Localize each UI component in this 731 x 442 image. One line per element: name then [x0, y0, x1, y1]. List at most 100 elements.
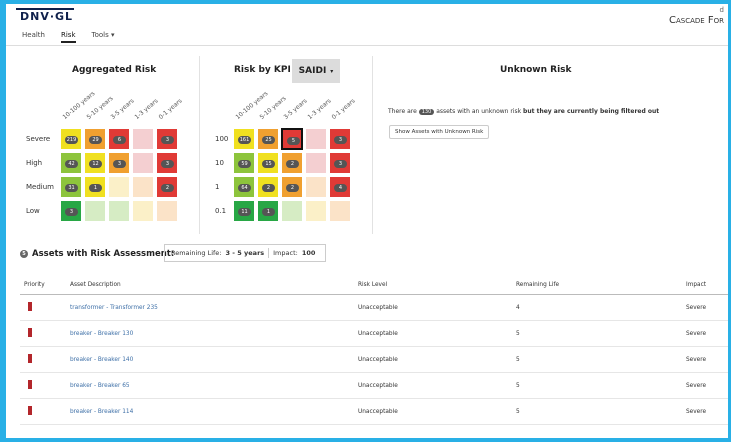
risk-cell[interactable]: [132, 200, 154, 222]
risk-cell[interactable]: [156, 200, 178, 222]
table-row[interactable]: breaker - Breaker 114 Unacceptable 5 Severe: [20, 398, 728, 425]
show-unknown-button[interactable]: Show Assets with Unknown Risk: [389, 125, 490, 139]
tab-tools[interactable]: Tools ▾: [92, 31, 115, 43]
table-row[interactable]: breaker - Breaker 140 Unacceptable 5 Severe: [20, 346, 728, 373]
unknown-text-mid: assets with an unknown risk: [436, 108, 522, 115]
risk-cell[interactable]: 29: [84, 128, 106, 150]
cell-count-badge: 219: [65, 136, 78, 144]
col-remaining-life[interactable]: Remaining Life: [512, 276, 682, 295]
asset-description-link[interactable]: breaker - Breaker 65: [66, 372, 354, 399]
matrix-row-label: Low: [26, 207, 40, 215]
cell-count-badge: 6: [113, 136, 126, 144]
risk-cell[interactable]: 2: [257, 176, 279, 198]
remaining-life-cell: 5: [512, 372, 682, 399]
risk-cell[interactable]: 31: [60, 176, 82, 198]
risk-cell[interactable]: 5: [281, 128, 303, 150]
risk-cell[interactable]: 12: [84, 152, 106, 174]
cell-count-badge: 3: [334, 160, 347, 168]
table-row[interactable]: breaker - Breaker 130 Unacceptable 5 Severe: [20, 320, 728, 347]
col-priority[interactable]: Priority: [20, 276, 66, 295]
asset-description-link[interactable]: breaker - Breaker 114: [66, 398, 354, 425]
priority-cell: [20, 372, 66, 399]
risk-cell[interactable]: 1: [257, 200, 279, 222]
matrix-row-label: High: [26, 159, 43, 167]
cell-count-badge: 161: [238, 136, 251, 144]
risk-cell[interactable]: 25: [257, 128, 279, 150]
assets-title: Assets with Risk Assessment:: [32, 249, 175, 259]
asset-description-link[interactable]: breaker - Breaker 130: [66, 320, 354, 347]
filter-impact-value: 100: [301, 249, 316, 257]
col-impact[interactable]: Impact: [682, 276, 728, 295]
cell-count-badge: 42: [65, 160, 78, 168]
filter-separator: [268, 248, 270, 258]
chevron-down-icon: ▾: [330, 67, 334, 75]
risk-cell[interactable]: 59: [233, 152, 255, 174]
matrix-column-label: 1-3 years: [133, 97, 160, 121]
divider: [372, 56, 373, 234]
cell-count-badge: 29: [89, 136, 102, 144]
cell-count-badge: 2: [286, 184, 299, 192]
risk-cell[interactable]: 3: [156, 128, 178, 150]
risk-cell[interactable]: [305, 176, 327, 198]
risk-cell[interactable]: [305, 152, 327, 174]
risk-cell[interactable]: 64: [233, 176, 255, 198]
table-row[interactable]: breaker - Breaker 65 Unacceptable 5 Severe: [20, 372, 728, 399]
remaining-life-cell: 5: [512, 346, 682, 373]
risk-cell[interactable]: 219: [60, 128, 82, 150]
col-risk-level[interactable]: Risk Level: [354, 276, 512, 295]
priority-marker: [28, 354, 32, 363]
risk-cell[interactable]: 42: [60, 152, 82, 174]
risk-cell[interactable]: 3: [156, 152, 178, 174]
risk-cell[interactable]: 2: [281, 152, 303, 174]
risk-cell[interactable]: 1: [84, 176, 106, 198]
risk-cell[interactable]: 11: [233, 200, 255, 222]
risk-cell[interactable]: 2: [156, 176, 178, 198]
risk-cell[interactable]: [132, 128, 154, 150]
unknown-text: There are 130 assets with an unknown ris…: [388, 108, 659, 115]
impact-cell: Severe: [682, 372, 728, 399]
risk-cell[interactable]: 2: [281, 176, 303, 198]
tab-risk[interactable]: Risk: [61, 31, 76, 43]
corp-label: Cascade For: [668, 15, 724, 26]
priority-cell: [20, 398, 66, 425]
risk-cell[interactable]: 3: [329, 152, 351, 174]
kpi-select[interactable]: SAIDI ▾: [292, 59, 340, 83]
asset-description-link[interactable]: transformer - Transformer 235: [66, 294, 354, 321]
cell-count-badge: 11: [238, 208, 251, 216]
risk-cell[interactable]: [305, 200, 327, 222]
priority-marker: [28, 406, 32, 415]
tab-health[interactable]: Health: [22, 31, 45, 43]
asset-description-link[interactable]: breaker - Breaker 140: [66, 346, 354, 373]
risk-cell[interactable]: [132, 176, 154, 198]
risk-cell[interactable]: [132, 152, 154, 174]
cell-count-badge: 5: [287, 137, 300, 145]
cell-count-badge: 1: [89, 184, 102, 192]
risk-cell[interactable]: 3: [329, 128, 351, 150]
risk-cell[interactable]: [329, 200, 351, 222]
risk-cell[interactable]: 6: [108, 128, 130, 150]
risk-level-cell: Unacceptable: [354, 398, 512, 425]
col-asset-description[interactable]: Asset Description: [66, 276, 354, 295]
risk-cell[interactable]: [281, 200, 303, 222]
risk-cell[interactable]: [108, 200, 130, 222]
cell-count-badge: 3: [334, 136, 347, 144]
aggregated-title: Aggregated Risk: [72, 65, 157, 75]
risk-cell[interactable]: [84, 200, 106, 222]
risk-cell[interactable]: 3: [108, 152, 130, 174]
risk-level-cell: Unacceptable: [354, 372, 512, 399]
risk-cell[interactable]: 161: [233, 128, 255, 150]
risk-cell[interactable]: 3: [60, 200, 82, 222]
cell-count-badge: 1: [262, 208, 275, 216]
assets-header: 5 Assets with Risk Assessment:: [20, 249, 174, 259]
matrix-row-label: 1: [215, 183, 220, 191]
priority-marker: [28, 380, 32, 389]
risk-cell[interactable]: [305, 128, 327, 150]
risk-cell[interactable]: [108, 176, 130, 198]
risk-level-cell: Unacceptable: [354, 320, 512, 347]
risk-cell[interactable]: 4: [329, 176, 351, 198]
filter-life-label: Remaining Life:: [171, 249, 222, 257]
risk-cell[interactable]: 15: [257, 152, 279, 174]
cell-count-badge: 2: [286, 160, 299, 168]
cell-count-badge: 2: [262, 184, 275, 192]
table-row[interactable]: transformer - Transformer 235 Unacceptabl…: [20, 294, 728, 321]
